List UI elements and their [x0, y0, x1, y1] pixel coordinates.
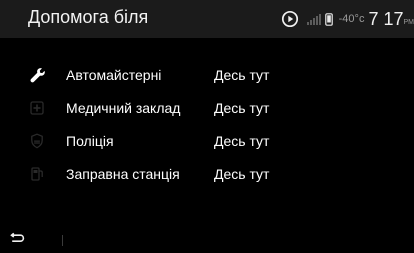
signal-bars-icon	[306, 13, 321, 25]
list-item-label: Поліція	[66, 133, 114, 149]
list-item-value: Десь тут	[214, 100, 270, 116]
wrench-icon	[28, 66, 46, 84]
assistance-list: Автомайстерні Десь тут Медичний заклад Д…	[0, 58, 414, 190]
back-arrow-icon[interactable]	[8, 232, 26, 246]
list-item-label: Автомайстерні	[66, 67, 162, 83]
list-item-value: Десь тут	[214, 166, 270, 182]
list-item-value: Десь тут	[214, 133, 270, 149]
navigation-screen: Допомога біля -40°c 7 17 PM Автомайстерн…	[0, 0, 414, 253]
list-item-police[interactable]: Поліція Десь тут	[0, 124, 414, 157]
header-bar: Допомога біля -40°c 7 17 PM	[0, 0, 414, 38]
list-item-label: Заправна станція	[66, 166, 180, 182]
list-item-label: Медичний заклад	[66, 100, 181, 116]
fuel-pump-icon	[28, 165, 46, 183]
play-circle-icon[interactable]	[281, 10, 299, 28]
phone-icon	[324, 12, 333, 26]
medical-cross-icon	[28, 99, 46, 117]
footer-bar	[0, 226, 414, 253]
temperature-readout: -40°c	[338, 13, 365, 25]
list-item-gas-station[interactable]: Заправна станція Десь тут	[0, 157, 414, 190]
clock-ampm: PM	[403, 18, 414, 26]
list-item-auto-repair[interactable]: Автомайстерні Десь тут	[0, 58, 414, 91]
police-badge-icon	[28, 132, 46, 150]
clock-time: 7 17	[368, 8, 404, 29]
list-item-value: Десь тут	[214, 67, 270, 83]
status-area: -40°c 7 17 PM	[281, 0, 414, 38]
list-item-medical-facility[interactable]: Медичний заклад Десь тут	[0, 91, 414, 124]
footer-divider	[62, 235, 63, 246]
page-title: Допомога біля	[28, 7, 149, 27]
